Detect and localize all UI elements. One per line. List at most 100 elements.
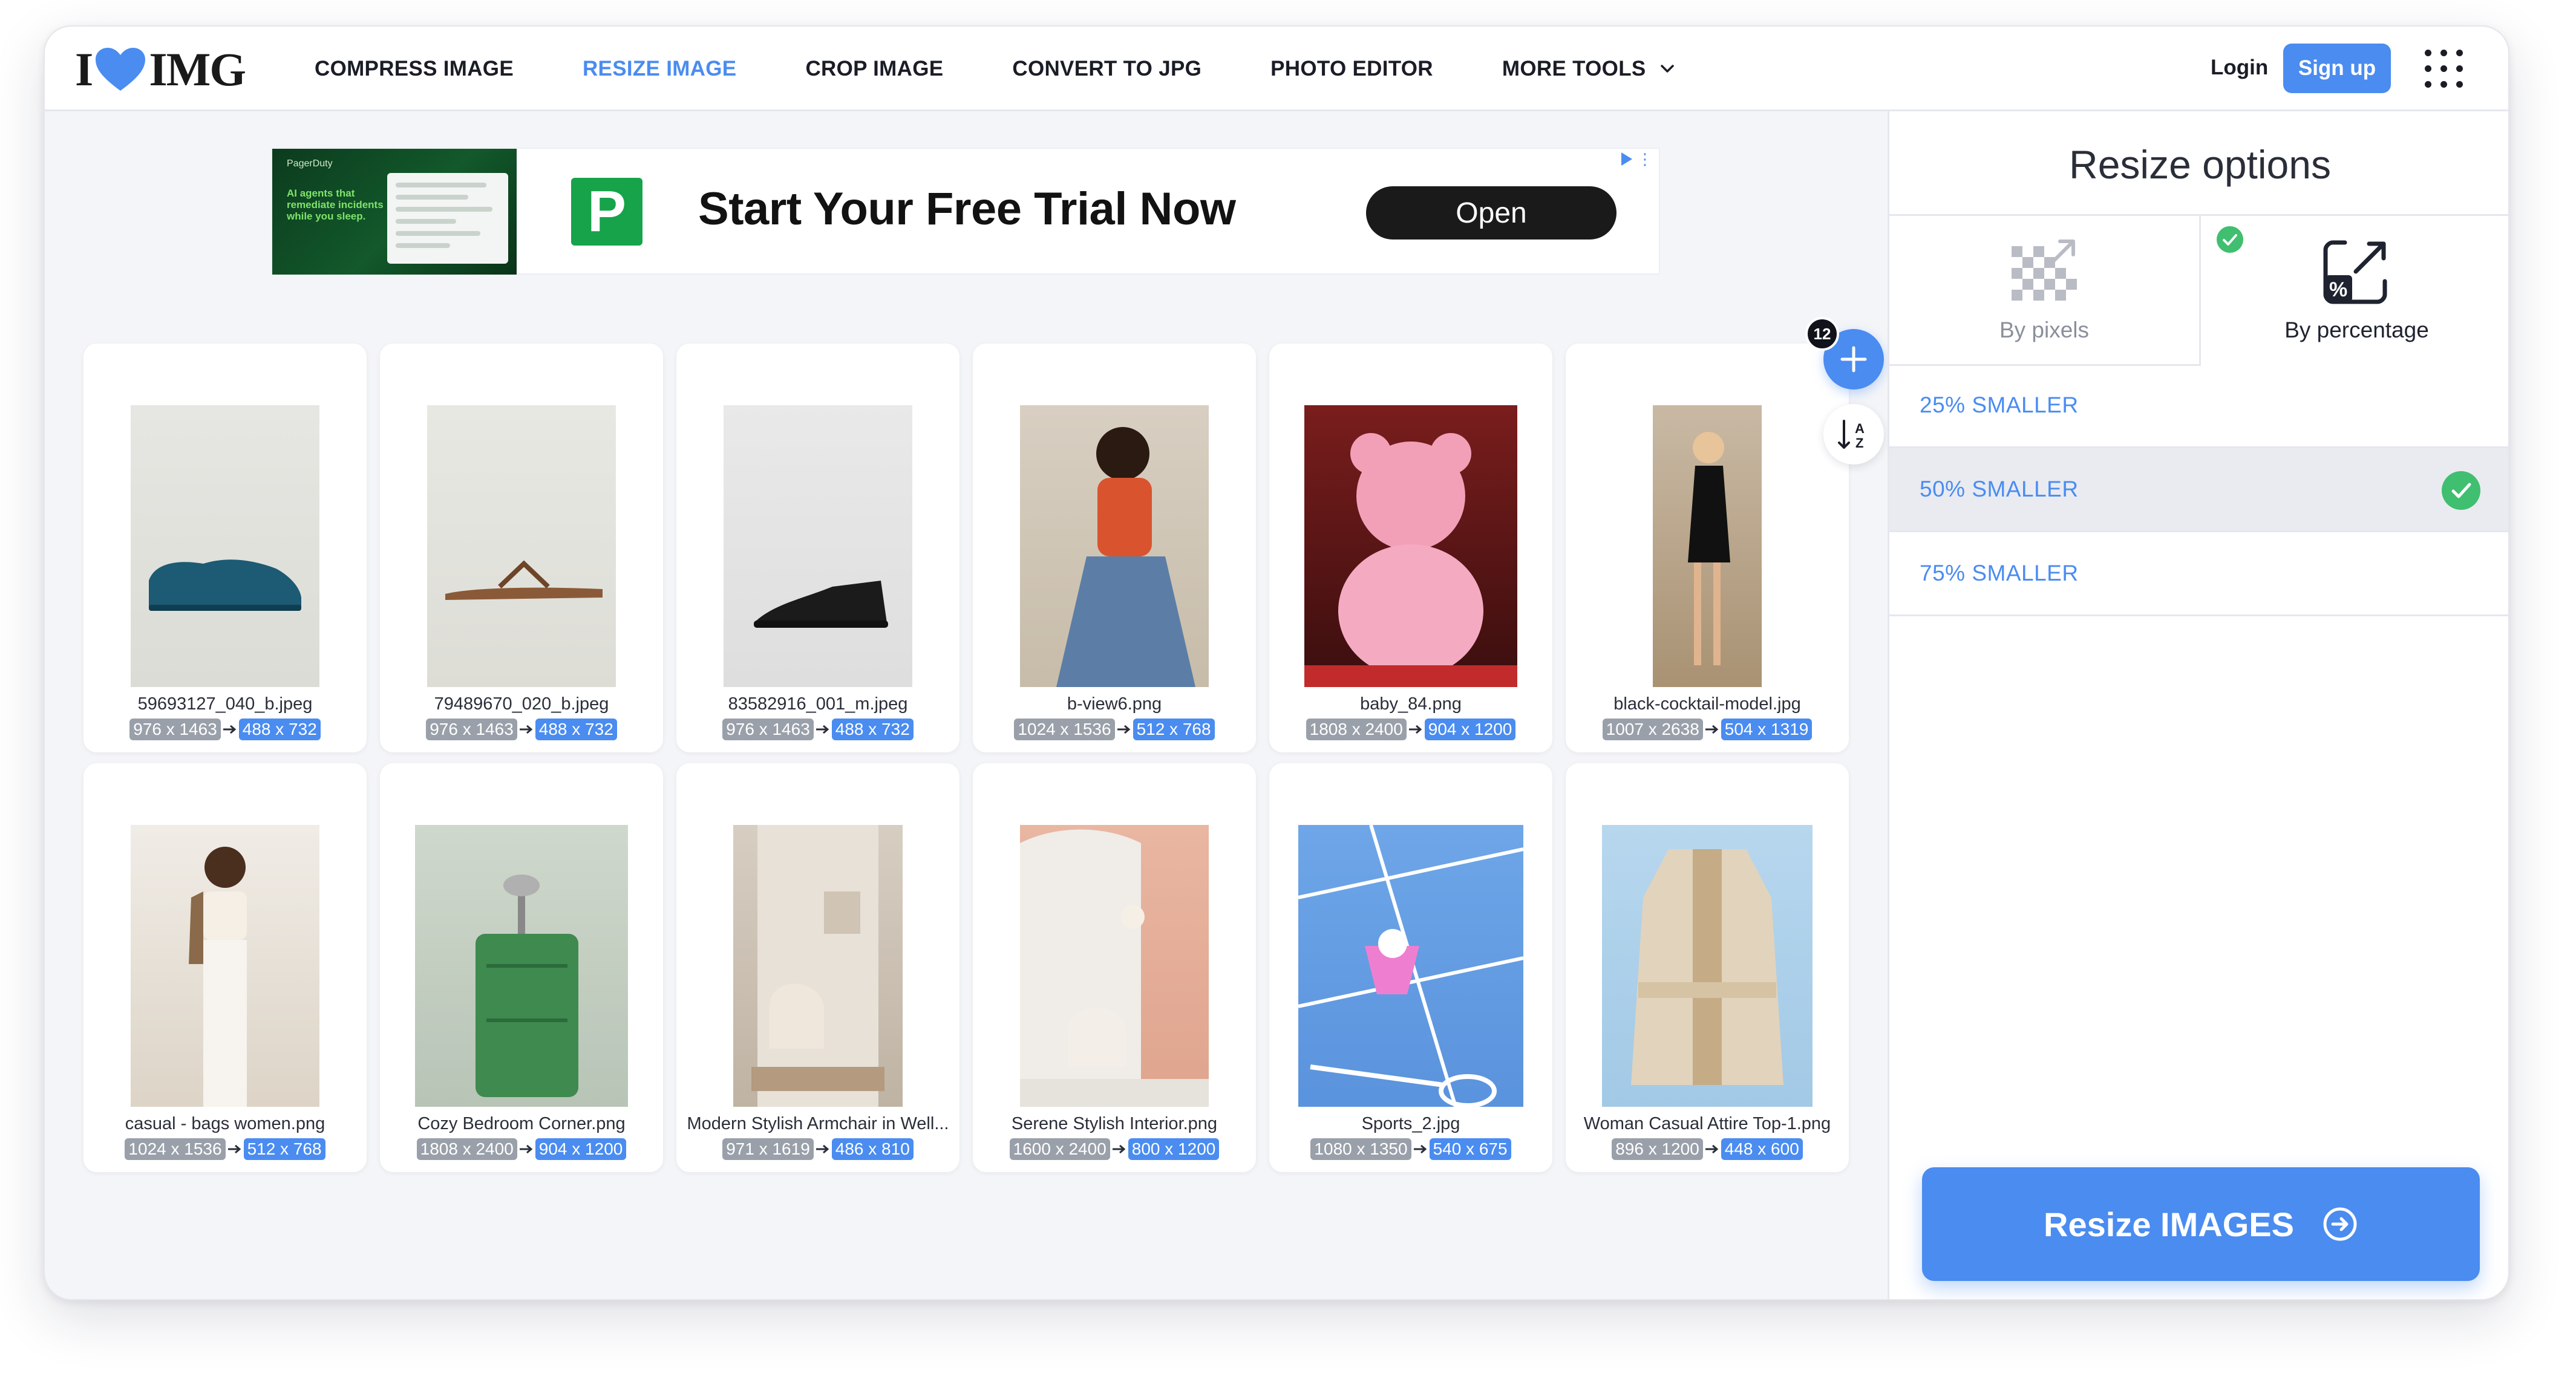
logo-i: I [75,43,93,96]
arrow-circle-right-icon [2323,1207,2357,1241]
main-nav: COMPRESS IMAGE RESIZE IMAGE CROP IMAGE C… [315,27,1744,111]
image-thumbnail [676,825,959,1107]
original-size: 1024 x 1536 [1014,719,1115,740]
image-thumbnail [676,405,959,687]
original-size: 896 x 1200 [1612,1138,1703,1160]
arrow-right-icon [519,1144,533,1154]
arrow-right-icon [1705,725,1719,734]
check-circle-icon [2442,471,2480,510]
image-card[interactable]: 79489670_020_b.jpeg 976 x 1463 488 x 732 [380,344,663,752]
nav-crop-image[interactable]: CROP IMAGE [805,57,943,81]
ad-thumbnail: PagerDuty AI agents that remediate incid… [272,149,517,275]
image-card[interactable]: black-cocktail-model.jpg 1007 x 2638 504… [1566,344,1849,752]
new-size: 488 x 732 [238,719,321,740]
image-filename: Modern Stylish Armchair in Well... [687,1114,949,1133]
option-25-smaller[interactable]: 25% SMALLER [1889,364,2508,448]
option-75-smaller[interactable]: 75% SMALLER [1889,532,2508,616]
sort-button[interactable]: A Z [1823,404,1884,464]
ad-thumb-brand: PagerDuty [287,158,333,169]
original-size: 1007 x 2638 [1602,719,1703,740]
image-dimensions: 896 x 1200 448 x 600 [1566,1138,1849,1160]
ad-logo: P [571,178,642,246]
nav-more-tools-label: MORE TOOLS [1502,57,1646,80]
grid-icon[interactable] [2425,50,2463,88]
nav-convert-to-jpg[interactable]: CONVERT TO JPG [1012,57,1201,81]
original-size: 976 x 1463 [129,719,221,740]
image-thumbnail [83,405,367,687]
image-filename: Cozy Bedroom Corner.png [417,1114,626,1133]
signup-button[interactable]: Sign up [2283,44,2391,93]
image-filename: baby_84.png [1360,694,1462,714]
new-size: 448 x 600 [1721,1138,1803,1160]
resize-images-button[interactable]: Resize IMAGES [1922,1167,2480,1281]
new-size: 904 x 1200 [535,1138,627,1160]
image-card[interactable]: casual - bags women.png 1024 x 1536 512 … [83,763,367,1172]
new-size: 504 x 1319 [1721,719,1813,740]
image-card[interactable]: Cozy Bedroom Corner.png 1808 x 2400 904 … [380,763,663,1172]
image-dimensions: 1600 x 2400 800 x 1200 [973,1138,1256,1160]
percentage-icon: % [2323,240,2387,304]
option-label: 25% SMALLER [1920,393,2079,417]
original-size: 1600 x 2400 [1009,1138,1110,1160]
nav-more-tools[interactable]: MORE TOOLS [1502,57,1675,81]
resize-button-label: Resize IMAGES [2044,1205,2294,1243]
image-dimensions: 976 x 1463 488 x 732 [83,719,367,740]
image-thumbnail [380,825,663,1107]
tab-by-percentage[interactable]: % By percentage [2201,216,2508,366]
image-card[interactable]: 83582916_001_m.jpeg 976 x 1463 488 x 732 [676,344,959,752]
image-dimensions: 976 x 1463 488 x 732 [676,719,959,740]
image-card[interactable]: 59693127_040_b.jpeg 976 x 1463 488 x 732 [83,344,367,752]
login-link[interactable]: Login [2211,56,2268,80]
image-card[interactable]: Woman Casual Attire Top-1.png 896 x 1200… [1566,763,1849,1172]
svg-text:A: A [1855,421,1865,436]
selected-check-icon [2217,226,2243,253]
nav-compress-image[interactable]: COMPRESS IMAGE [315,57,514,81]
ad-menu-icon: ⋮ [1637,150,1653,168]
image-dimensions: 971 x 1619 486 x 810 [676,1138,959,1160]
image-thumbnail [973,825,1256,1107]
image-thumbnail [1269,825,1552,1107]
app-window: I IMG COMPRESS IMAGE RESIZE IMAGE CROP I… [44,25,2509,1300]
image-dimensions: 976 x 1463 488 x 732 [380,719,663,740]
logo[interactable]: I IMG [75,43,246,96]
image-card[interactable]: Sports_2.jpg 1080 x 1350 540 x 675 [1269,763,1552,1172]
original-size: 971 x 1619 [722,1138,814,1160]
file-count-badge: 12 [1805,317,1839,351]
option-label: 75% SMALLER [1920,561,2079,585]
image-thumbnail [83,825,367,1107]
image-card[interactable]: Serene Stylish Interior.png 1600 x 2400 … [973,763,1256,1172]
top-navbar: I IMG COMPRESS IMAGE RESIZE IMAGE CROP I… [45,27,2508,111]
svg-text:Z: Z [1855,435,1863,451]
original-size: 1024 x 1536 [125,1138,226,1160]
tab-by-pixels-label: By pixels [1999,318,2090,342]
image-dimensions: 1808 x 2400 904 x 1200 [1269,719,1552,740]
image-card[interactable]: Modern Stylish Armchair in Well... 971 x… [676,763,959,1172]
arrow-right-icon [1705,1144,1719,1154]
option-50-smaller[interactable]: 50% SMALLER [1889,448,2508,532]
image-filename: casual - bags women.png [125,1114,325,1133]
logo-text: IMG [149,43,246,96]
nav-resize-image[interactable]: RESIZE IMAGE [583,57,736,81]
ad-choices-icon[interactable]: ⋮ [1621,151,1653,167]
image-filename: b-view6.png [1067,694,1162,714]
ad-thumb-copy: AI agents that remediate incidents while… [287,187,384,222]
pixels-icon [2012,240,2077,301]
original-size: 1080 x 1350 [1310,1138,1411,1160]
image-grid: 59693127_040_b.jpeg 976 x 1463 488 x 732… [83,344,1849,1190]
ad-open-button[interactable]: Open [1366,186,1617,240]
image-card[interactable]: b-view6.png 1024 x 1536 512 x 768 [973,344,1256,752]
tab-by-pixels[interactable]: By pixels [1889,216,2201,366]
new-size: 540 x 675 [1429,1138,1511,1160]
original-size: 1808 x 2400 [416,1138,517,1160]
image-thumbnail [1566,405,1849,687]
arrow-right-icon [519,725,533,734]
ad-thumb-screenshot [387,173,508,264]
ad-banner[interactable]: PagerDuty AI agents that remediate incid… [271,148,1660,275]
arrow-right-icon [1117,725,1130,734]
image-dimensions: 1808 x 2400 904 x 1200 [380,1138,663,1160]
image-card[interactable]: baby_84.png 1808 x 2400 904 x 1200 [1269,344,1552,752]
arrow-right-icon [816,1144,829,1154]
nav-photo-editor[interactable]: PHOTO EDITOR [1270,57,1433,81]
original-size: 1808 x 2400 [1306,719,1407,740]
chevron-down-icon [1660,65,1674,73]
